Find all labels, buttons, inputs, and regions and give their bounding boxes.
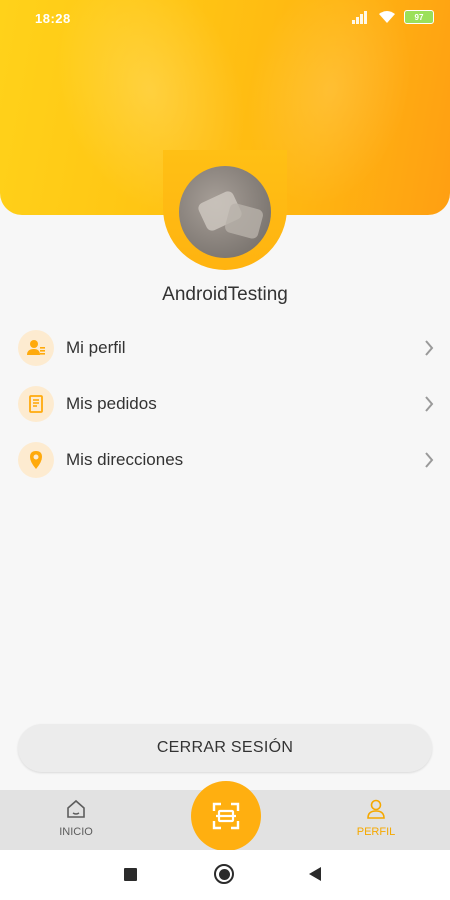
menu-item-label: Mis pedidos <box>66 394 157 413</box>
user-icon <box>367 799 385 819</box>
menu-item-mis-direcciones[interactable]: Mis direcciones <box>18 432 438 488</box>
nav-item-label: PERFIL <box>356 826 396 838</box>
nav-item-inicio[interactable]: INICIO <box>46 798 106 838</box>
chevron-right-icon <box>425 452 434 468</box>
chevron-right-icon <box>425 340 434 356</box>
receipt-icon <box>18 386 54 422</box>
home-button-icon[interactable] <box>214 864 234 884</box>
avatar[interactable] <box>179 166 271 258</box>
menu-item-label: Mi perfil <box>66 338 126 357</box>
menu-item-mis-pedidos[interactable]: Mis pedidos <box>18 376 438 432</box>
recents-icon[interactable] <box>124 868 137 881</box>
status-bar: 18:28 97 <box>0 0 450 36</box>
wifi-icon <box>379 11 395 23</box>
battery-level: 97 <box>414 12 424 22</box>
home-icon <box>67 799 85 818</box>
scan-button[interactable] <box>191 781 261 851</box>
scan-icon <box>212 802 240 830</box>
logout-button[interactable]: CERRAR SESIÓN <box>18 724 432 772</box>
battery-icon: 97 <box>404 10 434 24</box>
profile-username: AndroidTesting <box>162 284 288 305</box>
chevron-right-icon <box>425 396 434 412</box>
system-nav-bar <box>0 850 450 900</box>
signal-icon <box>352 10 370 24</box>
nav-item-label: INICIO <box>59 826 93 838</box>
nav-item-perfil[interactable]: PERFIL <box>346 798 406 838</box>
status-time: 18:28 <box>35 11 71 26</box>
user-card-icon <box>18 330 54 366</box>
location-pin-icon <box>18 442 54 478</box>
menu-item-label: Mis direcciones <box>66 450 184 469</box>
menu-item-mi-perfil[interactable]: Mi perfil <box>18 320 438 376</box>
profile-menu: Mi perfil Mis pedidos Mis direcciones <box>18 320 438 488</box>
back-icon[interactable] <box>309 867 321 881</box>
